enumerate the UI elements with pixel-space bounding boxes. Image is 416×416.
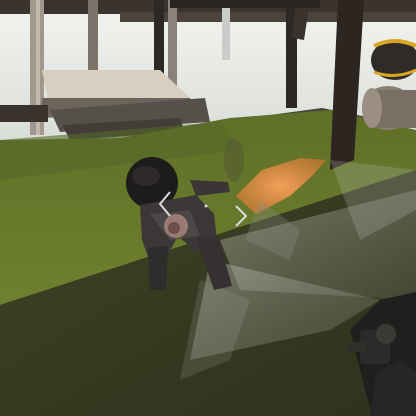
game-viewport[interactable] [0,0,416,416]
game-scene [0,0,416,416]
